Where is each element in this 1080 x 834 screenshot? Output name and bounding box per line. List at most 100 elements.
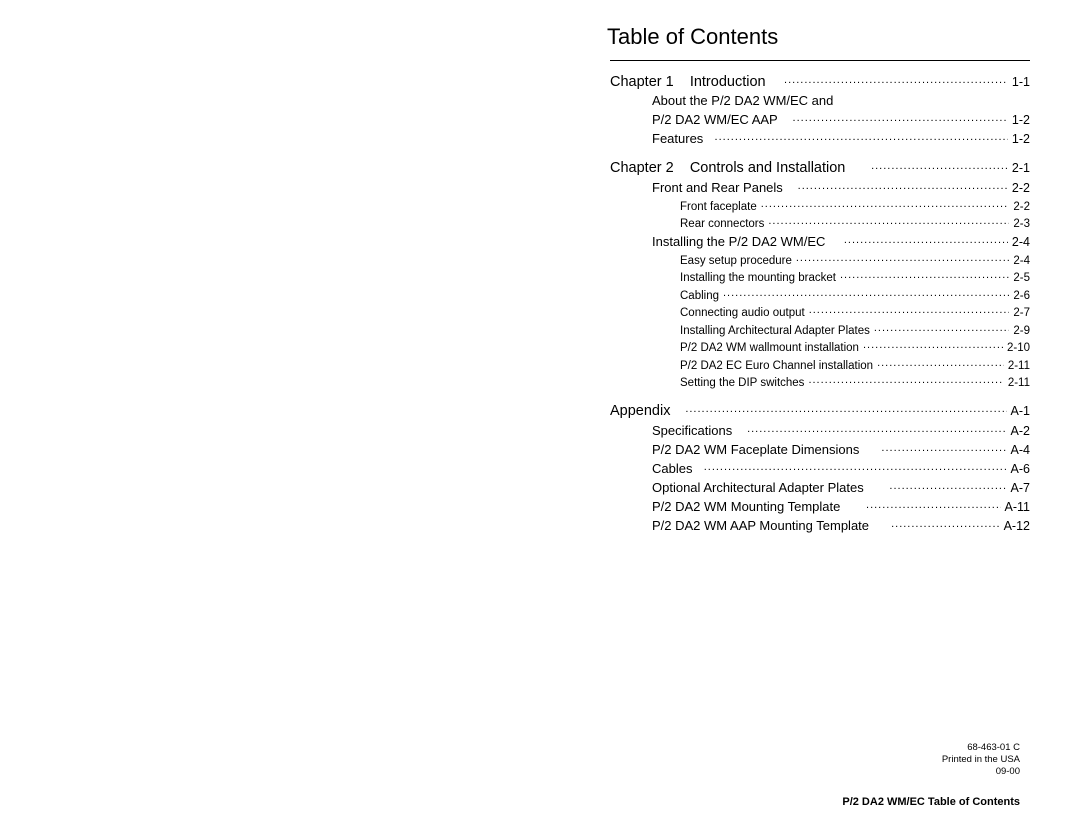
title-rule: [610, 60, 1030, 61]
toc-item-page: A-2: [1011, 424, 1030, 438]
toc-subitem: Cabling 2-6: [610, 287, 1030, 302]
toc-item: P/2 DA2 WM Faceplate Dimensions A-4: [610, 441, 1030, 457]
toc-subitem-page: 2-5: [1013, 272, 1030, 284]
toc-subitem: Front faceplate 2-2: [610, 198, 1030, 213]
leader-dots: [768, 216, 1009, 228]
toc-item-label: Optional Architectural Adapter Plates: [652, 480, 864, 495]
leader-dots: [808, 375, 1003, 387]
leader-dots: [840, 270, 1009, 282]
footer-date: 09-00: [942, 766, 1020, 778]
toc-item-page: A-11: [1005, 500, 1030, 514]
toc-subitem: Easy setup procedure 2-4: [610, 252, 1030, 267]
toc-item-page: A-6: [1011, 462, 1030, 476]
toc-subitem-page: 2-3: [1013, 218, 1030, 230]
toc-item-page: 2-4: [1012, 235, 1030, 249]
leader-dots: [844, 233, 1008, 246]
toc-subitem-page: 2-2: [1013, 201, 1030, 213]
toc-subitem: P/2 DA2 WM wallmount installation 2-10: [610, 340, 1030, 355]
toc-subitem-label: P/2 DA2 WM wallmount installation: [680, 342, 859, 354]
toc-item-label: Front and Rear Panels: [652, 180, 783, 195]
toc-subitem-page: 2-9: [1013, 325, 1030, 337]
ch1-page: 1-1: [1012, 75, 1030, 89]
footer-docnum: 68-463-01 C: [942, 742, 1020, 754]
toc-item-page: A-4: [1011, 443, 1030, 457]
toc-subitem-page: 2-7: [1013, 307, 1030, 319]
toc-item-label: Specifications: [652, 423, 732, 438]
toc-subitem: Installing the mounting bracket 2-5: [610, 270, 1030, 285]
toc-appendix: Appendix A-1: [610, 402, 1030, 419]
toc-chapter-2: Chapter 2 Controls and Installation 2-1: [610, 159, 1030, 176]
toc-item-page: 2-2: [1012, 181, 1030, 195]
toc-item-label: P/2 DA2 WM AAP Mounting Template: [652, 518, 869, 533]
toc-subitem-label: Installing the mounting bracket: [680, 272, 836, 284]
appendix-title: Appendix: [610, 403, 670, 419]
leader-dots: [796, 252, 1010, 264]
leader-dots: [704, 460, 1007, 473]
page-title: Table of Contents: [607, 24, 1027, 54]
footer-printed: Printed in the USA: [942, 754, 1020, 766]
toc-item-label: P/2 DA2 WM Faceplate Dimensions: [652, 442, 859, 457]
toc-item-label: Features: [652, 131, 703, 146]
footer-title: P/2 DA2 WM/EC Table of Contents: [842, 796, 1020, 808]
toc-item-installing: Installing the P/2 DA2 WM/EC 2-4: [610, 233, 1030, 249]
toc-item-about-line1: About the P/2 DA2 WM/EC and: [610, 93, 1030, 108]
toc-item-front-rear: Front and Rear Panels 2-2: [610, 179, 1030, 195]
toc-subitem-page: 2-11: [1008, 377, 1030, 389]
toc-subitem-label: Front faceplate: [680, 201, 757, 213]
toc-item-label: P/2 DA2 WM/EC AAP: [652, 112, 778, 127]
toc-subitem-label: Connecting audio output: [680, 307, 805, 319]
ch1-title: Introduction: [690, 74, 766, 90]
ch2-prefix: Chapter 2: [610, 160, 674, 176]
toc-item-label: P/2 DA2 WM Mounting Template: [652, 499, 840, 514]
toc-item-page: 1-2: [1012, 132, 1030, 146]
leader-dots: [891, 517, 1000, 530]
leader-dots: [715, 130, 1008, 143]
leader-dots: [747, 422, 1006, 435]
toc-subitem: Connecting audio output 2-7: [610, 305, 1030, 320]
leader-dots: [761, 198, 1010, 210]
toc-subitem: P/2 DA2 EC Euro Channel installation2-11: [610, 357, 1030, 372]
footer-notes: 68-463-01 C Printed in the USA 09-00: [942, 742, 1020, 778]
toc-subitem: Rear connectors 2-3: [610, 216, 1030, 231]
toc-item-label: Cables: [652, 461, 692, 476]
toc-subitem-page: 2-10: [1007, 342, 1030, 354]
appendix-page: A-1: [1011, 404, 1030, 418]
toc-subitem-label: Cabling: [680, 290, 719, 302]
toc-item: P/2 DA2 WM AAP Mounting Template A-12: [610, 517, 1030, 533]
toc-item: Optional Architectural Adapter Plates A-…: [610, 479, 1030, 495]
toc-subitem-label: Installing Architectural Adapter Plates: [680, 325, 870, 337]
ch2-title: Controls and Installation: [690, 160, 846, 176]
toc-chapter-1: Chapter 1 Introduction 1-1: [610, 73, 1030, 90]
toc-subitem: Setting the DIP switches 2-11: [610, 375, 1030, 390]
leader-dots: [866, 498, 1001, 511]
leader-dots: [798, 179, 1008, 192]
toc-subitem-label: Setting the DIP switches: [680, 377, 804, 389]
toc-subitem-label: P/2 DA2 EC Euro Channel installation: [680, 360, 873, 372]
leader-dots: [685, 402, 1006, 415]
toc-subitem-page: 2-6: [1013, 290, 1030, 302]
ch1-prefix: Chapter 1: [610, 74, 674, 90]
leader-dots: [874, 322, 1010, 334]
leader-dots: [784, 73, 1008, 86]
toc-item: P/2 DA2 WM Mounting Template A-11: [610, 498, 1030, 514]
leader-dots: [889, 479, 1006, 492]
leader-dots: [809, 305, 1010, 317]
toc-item: Specifications A-2: [610, 422, 1030, 438]
ch2-page: 2-1: [1012, 161, 1030, 175]
leader-dots: [881, 441, 1006, 454]
toc-item-page: A-7: [1011, 481, 1030, 495]
leader-dots: [877, 357, 1004, 369]
toc-item-page: A-12: [1004, 519, 1030, 533]
leader-dots: [863, 340, 1003, 352]
toc-item-about-line2: P/2 DA2 WM/EC AAP 1-2: [610, 111, 1030, 127]
leader-dots: [871, 159, 1008, 172]
toc-subitem-label: Rear connectors: [680, 218, 764, 230]
toc-item-page: 1-2: [1012, 113, 1030, 127]
toc-subitem: Installing Architectural Adapter Plates 2…: [610, 322, 1030, 337]
toc-subitem-page: 2-4: [1013, 255, 1030, 267]
toc-item: Cables A-6: [610, 460, 1030, 476]
leader-dots: [723, 287, 1009, 299]
toc-subitem-label: Easy setup procedure: [680, 255, 792, 267]
toc-item-features: Features 1-2: [610, 130, 1030, 146]
toc-item-label: Installing the P/2 DA2 WM/EC: [652, 234, 825, 249]
